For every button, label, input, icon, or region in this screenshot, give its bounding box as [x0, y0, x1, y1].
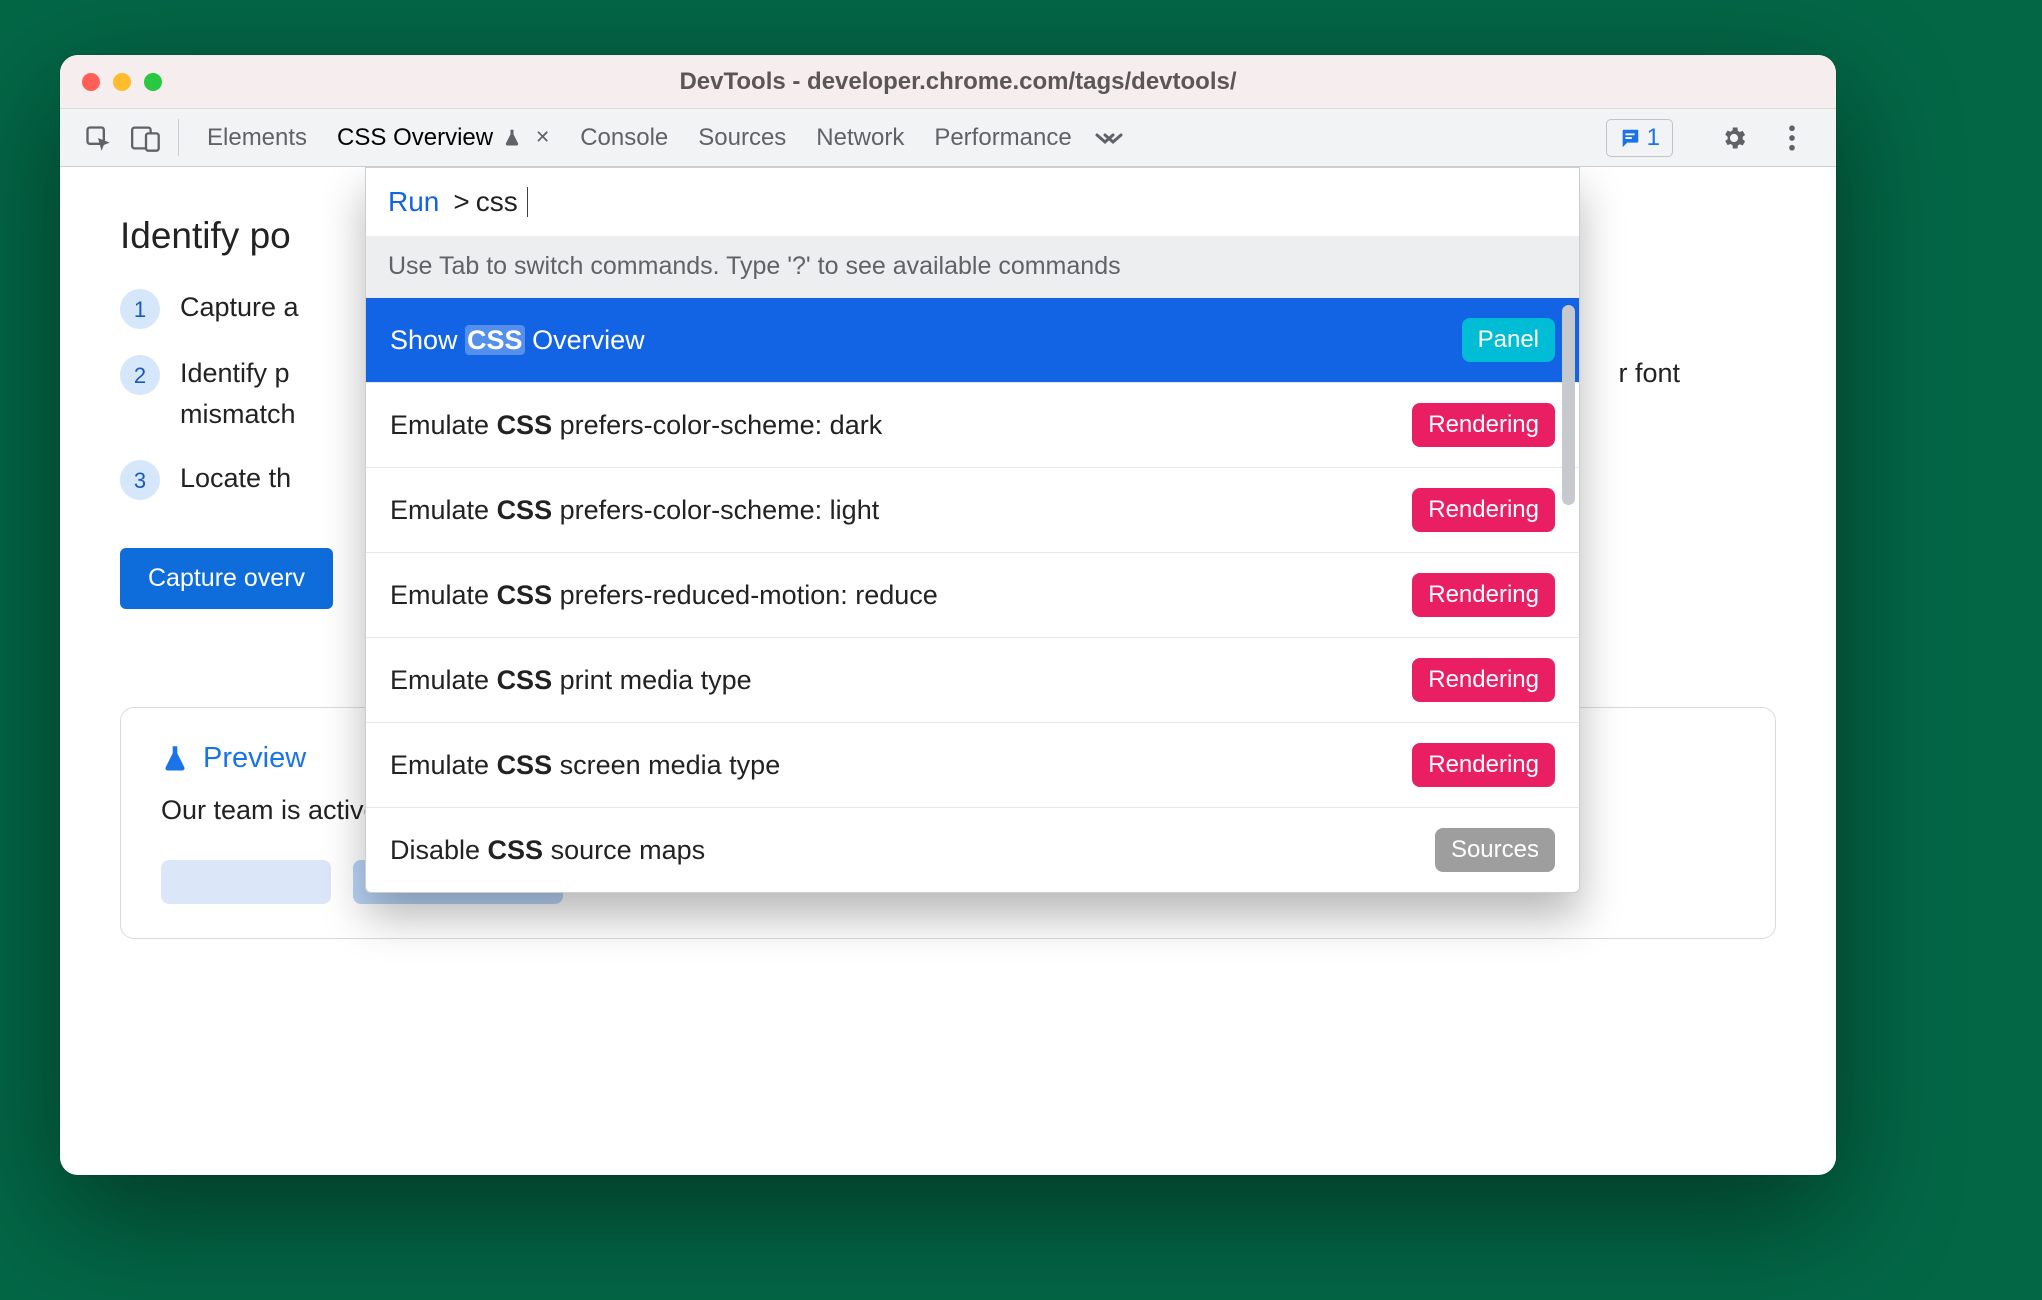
command-input-row[interactable]: Run >css — [366, 168, 1579, 236]
command-result-list: Show CSS Overview Panel Emulate CSS prefer… — [366, 297, 1579, 892]
step-text: r font — [1618, 353, 1680, 394]
command-result-item[interactable]: Emulate CSS prefers-color-scheme: light R… — [366, 467, 1579, 552]
command-result-text: Emulate CSS print media type — [390, 665, 752, 696]
settings-gear-icon[interactable] — [1710, 124, 1758, 152]
devtools-tabstrip: Elements CSS Overview ✕ Console Sources Netwo… — [60, 109, 1836, 167]
command-menu: Run >css Use Tab to switch commands. Typ… — [365, 167, 1580, 893]
tab-label: Performance — [934, 124, 1071, 152]
command-prompt-prefix: > — [453, 186, 469, 218]
kebab-menu-icon[interactable] — [1768, 125, 1816, 151]
toggle-device-toolbar-icon[interactable] — [122, 109, 170, 166]
tab-performance[interactable]: Performance — [932, 109, 1073, 166]
tab-elements[interactable]: Elements — [205, 109, 309, 166]
tab-label: Sources — [698, 124, 786, 152]
command-result-tag: Rendering — [1412, 488, 1555, 532]
tab-label: Console — [580, 124, 668, 152]
command-hint: Use Tab to switch commands. Type '?' to … — [366, 236, 1579, 297]
tab-network[interactable]: Network — [814, 109, 906, 166]
capture-overview-button[interactable]: Capture overv — [120, 548, 333, 609]
command-result-tag: Sources — [1435, 828, 1555, 872]
command-result-item[interactable]: Disable CSS source maps Sources — [366, 807, 1579, 892]
close-tab-icon[interactable]: ✕ — [531, 127, 550, 148]
tab-label: Network — [816, 124, 904, 152]
step-text: Capture a — [180, 287, 299, 328]
step-text: Locate th — [180, 458, 291, 499]
chat-icon — [1619, 127, 1641, 149]
flask-icon — [161, 744, 189, 774]
command-result-item[interactable]: Emulate CSS prefers-color-scheme: dark Re… — [366, 382, 1579, 467]
divider — [178, 119, 179, 156]
flask-icon — [503, 127, 521, 149]
command-result-item[interactable]: Emulate CSS prefers-reduced-motion: redu… — [366, 552, 1579, 637]
command-result-tag: Panel — [1462, 318, 1555, 362]
more-tabs-icon[interactable] — [1074, 109, 1144, 166]
command-result-text: Disable CSS source maps — [390, 835, 705, 866]
command-result-item[interactable]: Show CSS Overview Panel — [366, 297, 1579, 382]
command-result-text: Emulate CSS prefers-color-scheme: dark — [390, 410, 882, 441]
command-result-item[interactable]: Emulate CSS print media type Rendering — [366, 637, 1579, 722]
devtools-window: DevTools - developer.chrome.com/tags/dev… — [60, 55, 1836, 1175]
command-result-text: Emulate CSS prefers-reduced-motion: redu… — [390, 580, 938, 611]
panel-body: Identify po 1 Capture a 2 Identify p mis… — [60, 167, 1836, 1175]
command-result-tag: Rendering — [1412, 573, 1555, 617]
zoom-window-button[interactable] — [144, 73, 162, 91]
titlebar: DevTools - developer.chrome.com/tags/dev… — [60, 55, 1836, 109]
command-input-value: css — [476, 186, 518, 218]
command-result-item[interactable]: Emulate CSS screen media type Rendering — [366, 722, 1579, 807]
tab-label: CSS Overview — [337, 124, 493, 152]
inspect-element-icon[interactable] — [74, 109, 122, 166]
step-text: mismatch — [180, 394, 296, 435]
command-result-text: Show CSS Overview — [390, 325, 645, 356]
tab-css-overview[interactable]: CSS Overview ✕ — [335, 109, 552, 166]
preview-label-text: Preview — [203, 742, 306, 775]
step-number: 3 — [120, 460, 160, 500]
tab-console[interactable]: Console — [578, 109, 670, 166]
step-number: 1 — [120, 289, 160, 329]
command-result-tag: Rendering — [1412, 658, 1555, 702]
step-text: Identify p — [180, 353, 296, 394]
command-result-tag: Rendering — [1412, 743, 1555, 787]
minimize-window-button[interactable] — [113, 73, 131, 91]
command-result-text: Emulate CSS prefers-color-scheme: light — [390, 495, 879, 526]
window-title: DevTools - developer.chrome.com/tags/dev… — [162, 68, 1814, 96]
skeleton-pill — [161, 860, 331, 904]
issues-count: 1 — [1647, 124, 1660, 152]
tab-sources[interactable]: Sources — [696, 109, 788, 166]
traffic-lights — [82, 73, 162, 91]
scrollbar-thumb[interactable] — [1562, 305, 1575, 505]
command-result-text: Emulate CSS screen media type — [390, 750, 780, 781]
issues-button[interactable]: 1 — [1606, 119, 1673, 157]
run-label: Run — [388, 186, 439, 218]
input-caret — [527, 187, 528, 217]
command-result-tag: Rendering — [1412, 403, 1555, 447]
tab-label: Elements — [207, 124, 307, 152]
close-window-button[interactable] — [82, 73, 100, 91]
step-number: 2 — [120, 355, 160, 395]
